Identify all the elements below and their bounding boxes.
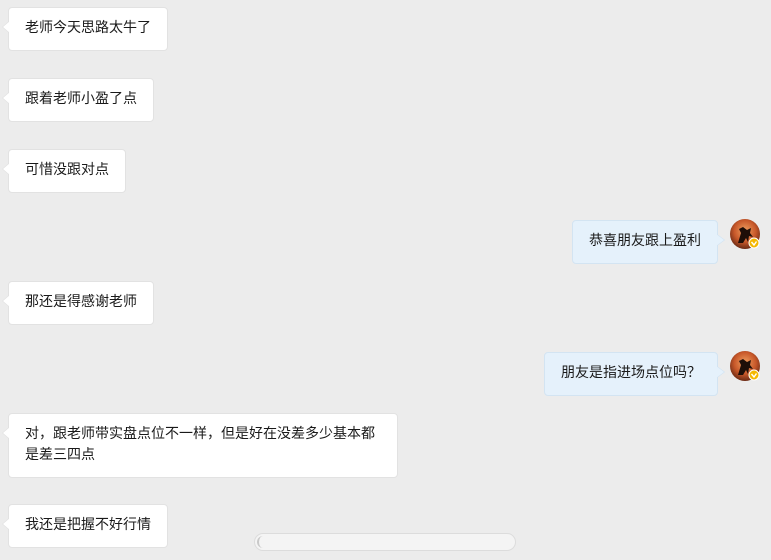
- horizontal-scrollbar[interactable]: [254, 533, 516, 551]
- message-row-outgoing: 恭喜朋友跟上盈利: [572, 220, 725, 264]
- incoming-message-bubble[interactable]: 跟着老师小盈了点: [2, 78, 154, 122]
- horse-avatar-icon[interactable]: [730, 351, 760, 381]
- message-row-incoming: 可惜没跟对点: [2, 149, 126, 193]
- message-row-incoming: 老师今天思路太牛了: [2, 7, 168, 51]
- chat-window: 老师今天思路太牛了 跟着老师小盈了点 可惜没跟对点 恭喜朋友跟上盈利 那还是得感…: [0, 0, 771, 560]
- incoming-message-bubble[interactable]: 那还是得感谢老师: [2, 281, 154, 325]
- incoming-message-bubble[interactable]: 可惜没跟对点: [2, 149, 126, 193]
- message-row-incoming: 我还是把握不好行情: [2, 504, 168, 548]
- outgoing-message-bubble[interactable]: 朋友是指进场点位吗？: [544, 352, 725, 396]
- message-row-incoming: 跟着老师小盈了点: [2, 78, 154, 122]
- horse-avatar-icon[interactable]: [730, 219, 760, 249]
- horse-avatar-icon: [730, 219, 760, 249]
- message-row-incoming: 那还是得感谢老师: [2, 281, 154, 325]
- outgoing-message-bubble[interactable]: 恭喜朋友跟上盈利: [572, 220, 725, 264]
- incoming-message-bubble[interactable]: 对，跟老师带实盘点位不一样，但是好在没差多少基本都 是差三四点: [2, 413, 398, 478]
- message-row-incoming: 对，跟老师带实盘点位不一样，但是好在没差多少基本都 是差三四点: [2, 413, 398, 478]
- message-row-outgoing: 朋友是指进场点位吗？: [544, 352, 725, 396]
- incoming-message-bubble[interactable]: 老师今天思路太牛了: [2, 7, 168, 51]
- horse-avatar-icon: [730, 351, 760, 381]
- incoming-message-bubble[interactable]: 我还是把握不好行情: [2, 504, 168, 548]
